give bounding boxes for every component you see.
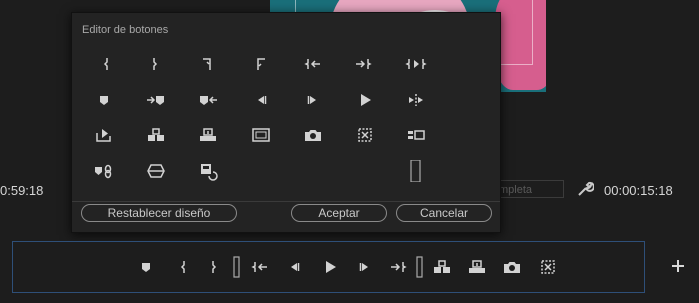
wrench-icon[interactable] (576, 180, 594, 198)
add-marker-icon[interactable] (135, 256, 157, 278)
spacer-icon[interactable] (409, 256, 431, 278)
loop-playback-icon[interactable] (93, 124, 115, 146)
insert-icon[interactable] (431, 256, 453, 278)
multi-camera-icon[interactable] (354, 124, 376, 146)
step-forward-icon[interactable] (302, 89, 324, 111)
vr-video-icon[interactable] (405, 124, 427, 146)
add-marker-icon[interactable] (93, 89, 115, 111)
play-in-to-out-icon[interactable] (405, 53, 427, 75)
mark-clip-out-icon[interactable] (250, 53, 272, 75)
add-button-plus-icon[interactable] (670, 258, 686, 274)
mark-out-icon[interactable] (203, 256, 225, 278)
mark-in-icon[interactable] (172, 256, 194, 278)
overwrite-icon[interactable] (466, 256, 488, 278)
shuttle-icon[interactable] (405, 89, 427, 111)
cancel-button[interactable]: Cancelar (396, 204, 492, 222)
comparison-view-icon[interactable] (145, 160, 167, 182)
transport-controls-bar (12, 241, 645, 293)
spacer-icon[interactable] (226, 256, 248, 278)
overwrite-icon[interactable] (197, 124, 219, 146)
multi-camera-icon[interactable] (537, 256, 559, 278)
step-back-icon[interactable] (250, 89, 272, 111)
playhead-timecode[interactable]: 0:59:18 (0, 183, 43, 198)
go-to-in-icon[interactable] (302, 53, 324, 75)
mark-clip-in-icon[interactable] (196, 53, 218, 75)
play-stop-icon[interactable] (319, 256, 341, 278)
toggle-proxies-icon[interactable] (197, 160, 219, 182)
safe-margins-icon[interactable] (250, 124, 272, 146)
go-to-out-icon[interactable] (387, 256, 409, 278)
mark-out-icon[interactable] (144, 53, 166, 75)
ok-button[interactable]: Aceptar (291, 204, 387, 222)
insert-icon[interactable] (145, 124, 167, 146)
step-back-icon[interactable] (283, 256, 305, 278)
spacer-icon[interactable] (405, 160, 427, 182)
export-frame-icon[interactable] (501, 256, 523, 278)
go-to-in-icon[interactable] (249, 256, 271, 278)
go-to-out-icon[interactable] (352, 53, 374, 75)
step-forward-icon[interactable] (354, 256, 376, 278)
play-stop-icon[interactable] (354, 89, 376, 111)
export-frame-icon[interactable] (302, 124, 324, 146)
go-to-next-marker-icon[interactable] (145, 89, 167, 111)
duration-timecode: 00:00:15:18 (604, 183, 673, 198)
mark-in-icon[interactable] (95, 53, 117, 75)
go-to-previous-marker-icon[interactable] (197, 89, 219, 111)
clear-marker-icon[interactable] (93, 160, 115, 182)
resolution-select[interactable]: mpleta (494, 180, 564, 198)
dialog-title: Editor de botones (82, 24, 169, 36)
dialog-separator (72, 201, 500, 202)
reset-layout-button[interactable]: Restablecer diseño (81, 204, 237, 222)
button-editor-dialog: Editor de botones Restablecer diseño Ace… (71, 12, 501, 233)
